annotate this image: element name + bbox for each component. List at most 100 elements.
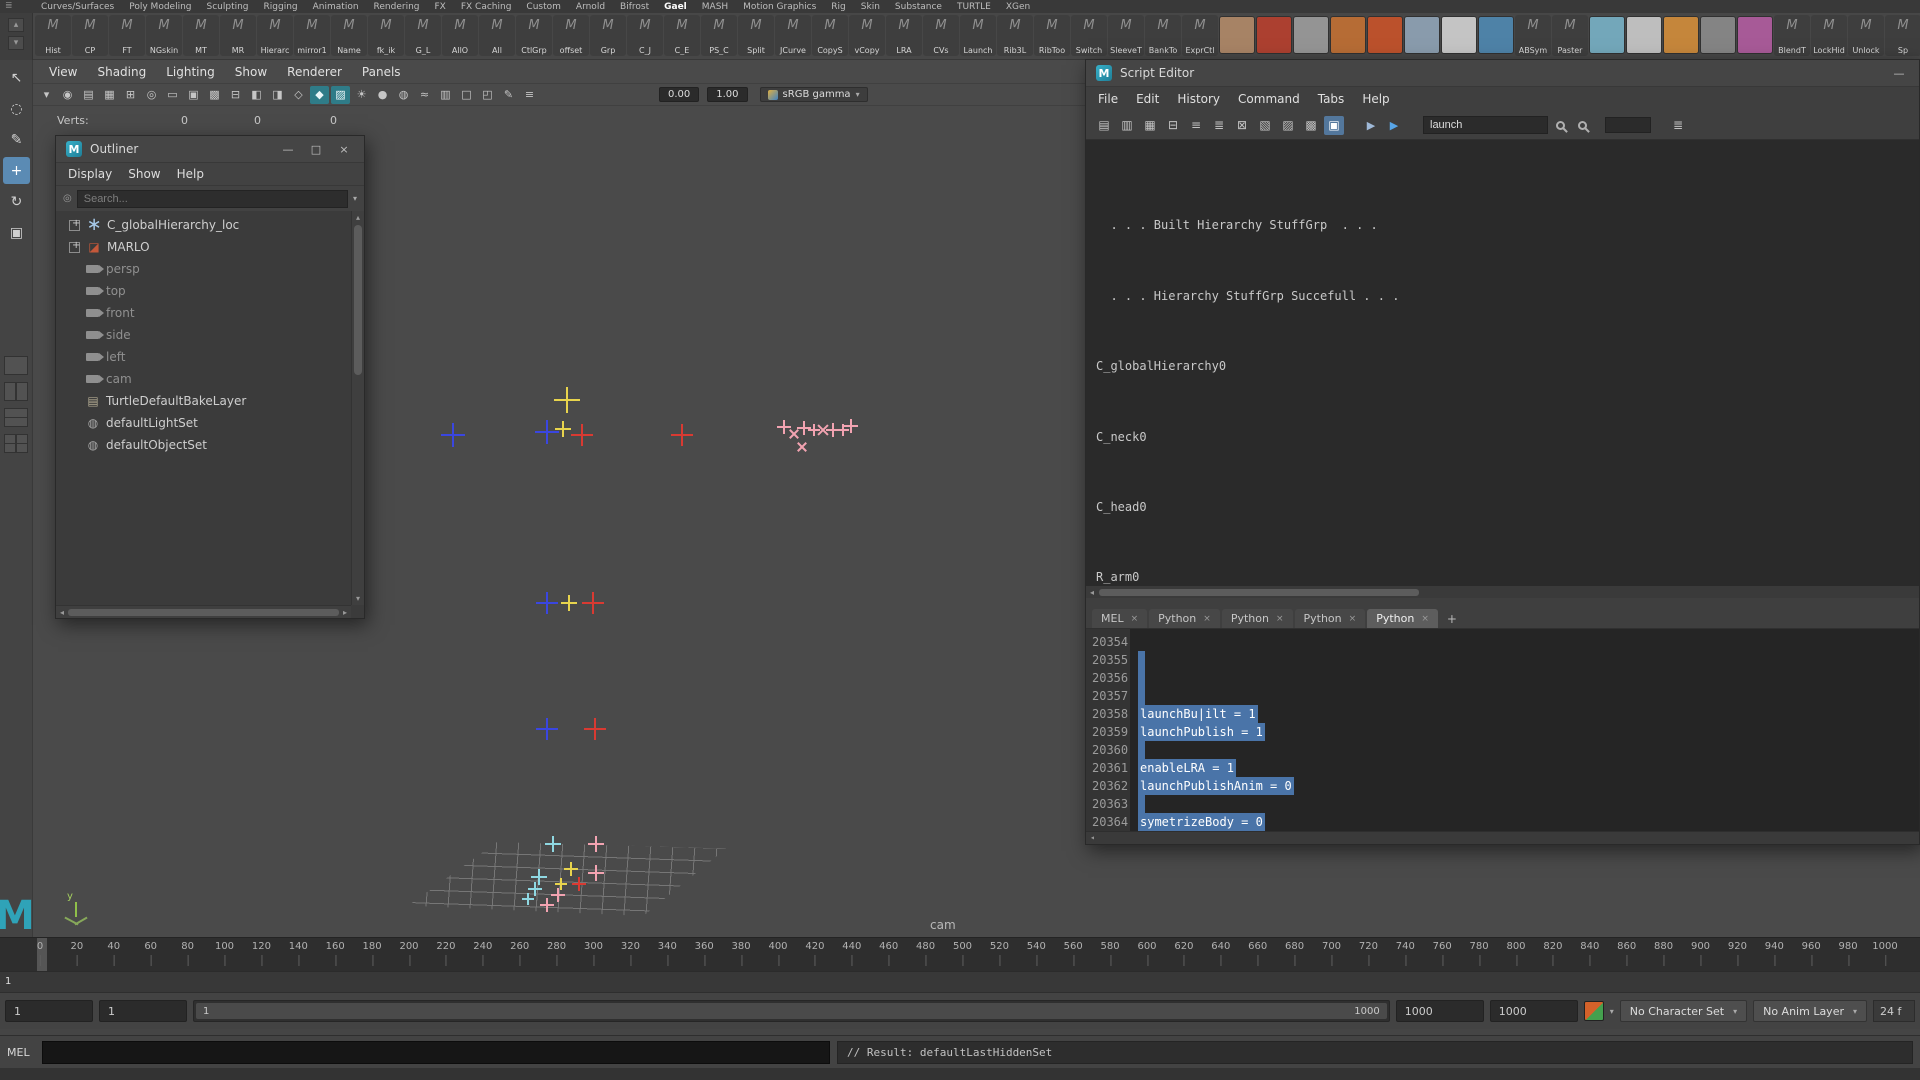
playback-range-bar[interactable]: 1: [0, 971, 1920, 992]
script-editor-toolbar-icon[interactable]: ≣: [1209, 116, 1229, 135]
shelf-button[interactable]: ABSym: [1515, 15, 1551, 56]
script-editor-menu-item[interactable]: History: [1177, 92, 1220, 106]
expand-icon[interactable]: [68, 395, 81, 408]
tool-button[interactable]: +: [3, 157, 30, 184]
scroll-left-icon[interactable]: ◂: [60, 608, 64, 617]
shelf-button[interactable]: [1737, 16, 1773, 54]
layout-preset-button[interactable]: [4, 382, 28, 401]
script-tab[interactable]: Python ×: [1222, 609, 1293, 628]
chevron-down-icon[interactable]: ▾: [1610, 1007, 1614, 1016]
command-list-icon[interactable]: ≣: [1668, 116, 1688, 135]
shelf-button[interactable]: [1219, 16, 1255, 54]
scroll-up-icon[interactable]: ▴: [352, 213, 364, 222]
shelf-button[interactable]: FT: [109, 15, 145, 56]
script-editor-menu-item[interactable]: Tabs: [1318, 92, 1345, 106]
execute-script-icon[interactable]: ▶: [1361, 116, 1381, 135]
close-tab-icon[interactable]: ×: [1203, 614, 1211, 624]
shelf-button[interactable]: NGskin: [146, 15, 182, 56]
shelf-button[interactable]: LRA: [886, 15, 922, 56]
outliner-menu-item[interactable]: Help: [177, 167, 204, 181]
scrollbar-thumb[interactable]: [1099, 589, 1419, 596]
fps-dropdown[interactable]: 24 f: [1873, 1000, 1915, 1022]
shelf-button[interactable]: [1404, 16, 1440, 54]
chevron-down-icon[interactable]: ▾: [353, 194, 357, 203]
shelf-tab[interactable]: Bifrost: [620, 2, 649, 12]
script-editor-toolbar-icon[interactable]: ▣: [1324, 116, 1344, 135]
playback-start-field[interactable]: 1: [99, 1000, 187, 1022]
quick-help-search-input[interactable]: [1423, 116, 1548, 134]
scroll-down-icon[interactable]: ▾: [352, 594, 364, 603]
animation-end-field[interactable]: 1000: [1490, 1000, 1578, 1022]
shelf-button[interactable]: RibToo: [1034, 15, 1070, 56]
outliner-item[interactable]: left: [56, 346, 364, 368]
shelf-button[interactable]: [1330, 16, 1366, 54]
layout-preset-button[interactable]: [4, 356, 28, 375]
shelf-tab[interactable]: Curves/Surfaces: [41, 2, 114, 12]
shelf-button[interactable]: Grp: [590, 15, 626, 56]
character-set-key-icon[interactable]: [1584, 1001, 1604, 1021]
expand-icon[interactable]: [68, 329, 81, 342]
outliner-item[interactable]: top: [56, 280, 364, 302]
shelf-button[interactable]: CP: [72, 15, 108, 56]
outliner-item[interactable]: TurtleDefaultBakeLayer: [56, 390, 364, 412]
range-slider[interactable]: 1 1000: [193, 1000, 1390, 1022]
expand-icon[interactable]: [68, 263, 81, 276]
code-editor[interactable]: 20354 20355 20356 20357: [1086, 628, 1919, 844]
shelf-button[interactable]: [1663, 16, 1699, 54]
minimize-icon[interactable]: —: [1889, 67, 1909, 80]
shelf-button[interactable]: Rib3L: [997, 15, 1033, 56]
scroll-right-icon[interactable]: ▸: [343, 608, 347, 617]
outliner-item[interactable]: defaultLightSet: [56, 412, 364, 434]
shelf-tab[interactable]: Rig: [831, 2, 845, 12]
shelf-tab[interactable]: Skin: [861, 2, 880, 12]
search-up-icon[interactable]: [1578, 121, 1587, 130]
character-set-dropdown[interactable]: No Character Set ▾: [1620, 1000, 1747, 1022]
tool-button[interactable]: ◌: [3, 95, 30, 122]
shelf-button[interactable]: [1367, 16, 1403, 54]
outliner-horizontal-scrollbar[interactable]: ◂ ▸: [56, 605, 351, 618]
shelf-tab[interactable]: Animation: [313, 2, 359, 12]
shelf-button[interactable]: All: [479, 15, 515, 56]
history-panel[interactable]: . . . Built Hierarchy StuffGrp . . . . .…: [1086, 139, 1919, 586]
script-editor-toolbar-icon[interactable]: ⊠: [1232, 116, 1252, 135]
shelf-button[interactable]: Name: [331, 15, 367, 56]
shelf-button[interactable]: Split: [738, 15, 774, 56]
outliner-item[interactable]: side: [56, 324, 364, 346]
search-option-field[interactable]: [1605, 117, 1651, 133]
shelf-button[interactable]: LockHid: [1811, 15, 1847, 56]
tool-button[interactable]: ✎: [3, 126, 30, 153]
script-tab[interactable]: Python ×: [1149, 609, 1220, 628]
anim-layer-dropdown[interactable]: No Anim Layer ▾: [1753, 1000, 1867, 1022]
shelf-button[interactable]: [1256, 16, 1292, 54]
close-tab-icon[interactable]: ×: [1421, 614, 1429, 624]
shelf-button[interactable]: MT: [183, 15, 219, 56]
shelf-button[interactable]: [1441, 16, 1477, 54]
outliner-item[interactable]: C_globalHierarchy_loc: [56, 214, 364, 236]
shelf-tab[interactable]: Sculpting: [207, 2, 249, 12]
close-tab-icon[interactable]: ×: [1131, 614, 1139, 624]
shelf-menu-down-icon[interactable]: ▾: [8, 36, 24, 50]
shelf-button[interactable]: CopyS: [812, 15, 848, 56]
search-down-icon[interactable]: [1556, 121, 1565, 130]
shelf-button[interactable]: vCopy: [849, 15, 885, 56]
script-editor-toolbar-icon[interactable]: ▤: [1094, 116, 1114, 135]
animation-start-field[interactable]: 1: [5, 1000, 93, 1022]
shelf-tab[interactable]: Rigging: [264, 2, 298, 12]
shelf-button[interactable]: Sp: [1885, 15, 1920, 56]
shelf-tab[interactable]: XGen: [1006, 2, 1030, 12]
expand-icon[interactable]: [68, 439, 81, 452]
outliner-menu-item[interactable]: Show: [128, 167, 160, 181]
filter-icon[interactable]: ◎: [63, 193, 72, 204]
panel-divider[interactable]: [1086, 598, 1919, 606]
shelf-tab[interactable]: TURTLE: [957, 2, 991, 12]
shelf-tab[interactable]: MASH: [702, 2, 728, 12]
shelf-button[interactable]: Hierarc: [257, 15, 293, 56]
command-mode-toggle[interactable]: MEL: [7, 1046, 35, 1059]
shelf-button[interactable]: fk_ik: [368, 15, 404, 56]
shelf-tab[interactable]: Poly Modeling: [129, 2, 191, 12]
script-tab[interactable]: Python ×: [1295, 609, 1366, 628]
outliner-item[interactable]: MARLO: [56, 236, 364, 258]
shelf-button[interactable]: Hist: [35, 15, 71, 56]
outliner-item[interactable]: persp: [56, 258, 364, 280]
scrollbar-thumb[interactable]: [68, 609, 339, 616]
